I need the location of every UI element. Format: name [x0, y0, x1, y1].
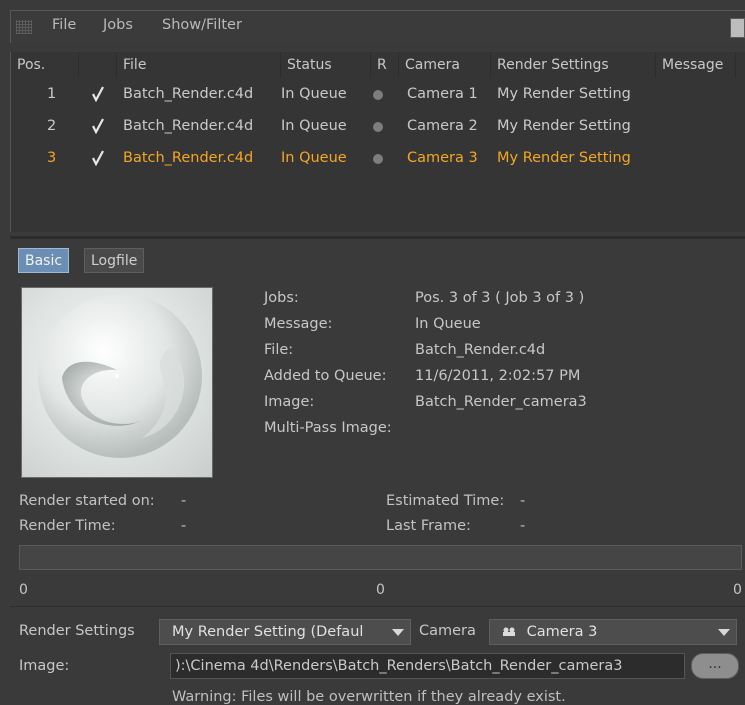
render-settings-label: Render Settings	[19, 623, 135, 639]
row-camera: Camera 2	[407, 118, 478, 134]
row-pos: 1	[47, 86, 57, 102]
last-frame-label: Last Frame:	[386, 518, 471, 534]
render-status-led-icon	[373, 154, 383, 164]
chevron-down-icon	[718, 629, 730, 636]
row-settings: My Render Setting	[497, 118, 631, 134]
row-status: In Queue	[281, 118, 347, 134]
progress-min: 0	[19, 582, 28, 598]
row-pos: 2	[47, 118, 57, 134]
progress-max: 0	[733, 582, 742, 598]
render-started-value: -	[181, 493, 187, 509]
estimated-time-value: -	[520, 493, 526, 509]
estimated-time-label: Estimated Time:	[386, 493, 505, 509]
info-added-value: 11/6/2011, 2:02:57 PM	[415, 368, 581, 384]
render-started-label: Render started on:	[19, 493, 155, 509]
render-time-value: -	[181, 518, 187, 534]
info-image-label: Image:	[264, 394, 315, 410]
render-settings-value: My Render Setting (Defaul	[172, 624, 364, 640]
progress-mid: 0	[376, 582, 385, 598]
render-preview-image	[21, 287, 213, 478]
table-row-selected[interactable]: 3 Batch_Render.c4d In Queue Camera 3 My …	[11, 143, 736, 174]
render-time-label: Render Time:	[19, 518, 116, 534]
browse-button[interactable]: ...	[691, 653, 739, 679]
checkbox-icon[interactable]	[91, 150, 105, 166]
tab-basic[interactable]: Basic	[18, 248, 70, 273]
camera-value: Camera 3	[526, 624, 598, 640]
chevron-down-icon	[392, 629, 404, 636]
info-jobs-label: Jobs:	[264, 290, 299, 306]
col-render-settings[interactable]: Render Settings	[491, 52, 656, 78]
info-image-value: Batch_Render_camera3	[415, 394, 587, 410]
col-message[interactable]: Message	[656, 52, 736, 78]
row-file: Batch_Render.c4d	[123, 150, 254, 166]
overwrite-warning: Warning: Files will be overwritten if th…	[172, 689, 566, 705]
row-file: Batch_Render.c4d	[123, 118, 254, 134]
row-settings: My Render Setting	[497, 150, 631, 166]
col-file[interactable]: File	[117, 52, 281, 78]
panel-divider[interactable]	[10, 236, 745, 239]
panel-menu-icon[interactable]	[730, 18, 745, 38]
info-multipass-label: Multi-Pass Image:	[264, 420, 392, 436]
job-table: Pos. File Status R Camera Render Setting…	[10, 52, 745, 232]
info-message-value: In Queue	[415, 316, 481, 332]
row-pos: 3	[47, 150, 57, 166]
tab-logfile[interactable]: Logfile	[84, 248, 145, 273]
checkbox-icon[interactable]	[91, 118, 105, 134]
row-file: Batch_Render.c4d	[123, 86, 254, 102]
col-check[interactable]	[79, 52, 117, 78]
table-row[interactable]: 1 Batch_Render.c4d In Queue Camera 1 My …	[11, 79, 736, 110]
info-file-value: Batch_Render.c4d	[415, 342, 546, 358]
section-divider	[10, 606, 745, 607]
info-message-label: Message:	[264, 316, 333, 332]
col-camera[interactable]: Camera	[399, 52, 491, 78]
info-file-label: File:	[264, 342, 294, 358]
info-jobs-value: Pos. 3 of 3 ( Job 3 of 3 )	[415, 290, 585, 306]
render-progress-bar	[19, 545, 742, 570]
render-settings-dropdown[interactable]: My Render Setting (Defaul	[159, 619, 411, 645]
row-status: In Queue	[281, 86, 347, 102]
row-status: In Queue	[281, 150, 347, 166]
col-status[interactable]: Status	[281, 52, 371, 78]
table-header: Pos. File Status R Camera Render Setting…	[11, 52, 736, 78]
last-frame-value: -	[520, 518, 526, 534]
col-r[interactable]: R	[371, 52, 399, 78]
col-pos[interactable]: Pos.	[11, 52, 79, 78]
row-camera: Camera 3	[407, 150, 478, 166]
table-row[interactable]: 2 Batch_Render.c4d In Queue Camera 2 My …	[11, 111, 736, 142]
render-status-led-icon	[373, 122, 383, 132]
menu-jobs[interactable]: Jobs	[103, 17, 133, 33]
image-path-label: Image:	[19, 658, 70, 674]
info-added-label: Added to Queue:	[264, 368, 387, 384]
checkbox-icon[interactable]	[91, 86, 105, 102]
grip-icon[interactable]	[16, 20, 32, 34]
row-settings: My Render Setting	[497, 86, 631, 102]
render-status-led-icon	[373, 90, 383, 100]
menu-file[interactable]: File	[52, 17, 76, 33]
row-camera: Camera 1	[407, 86, 478, 102]
camera-dropdown[interactable]: Camera 3	[489, 619, 737, 645]
camera-label: Camera	[419, 623, 476, 639]
image-path-input[interactable]: ):\Cinema 4d\Renders\Batch_Renders\Batch…	[170, 653, 685, 679]
camera-icon	[503, 627, 515, 636]
menu-show-filter[interactable]: Show/Filter	[162, 17, 242, 33]
